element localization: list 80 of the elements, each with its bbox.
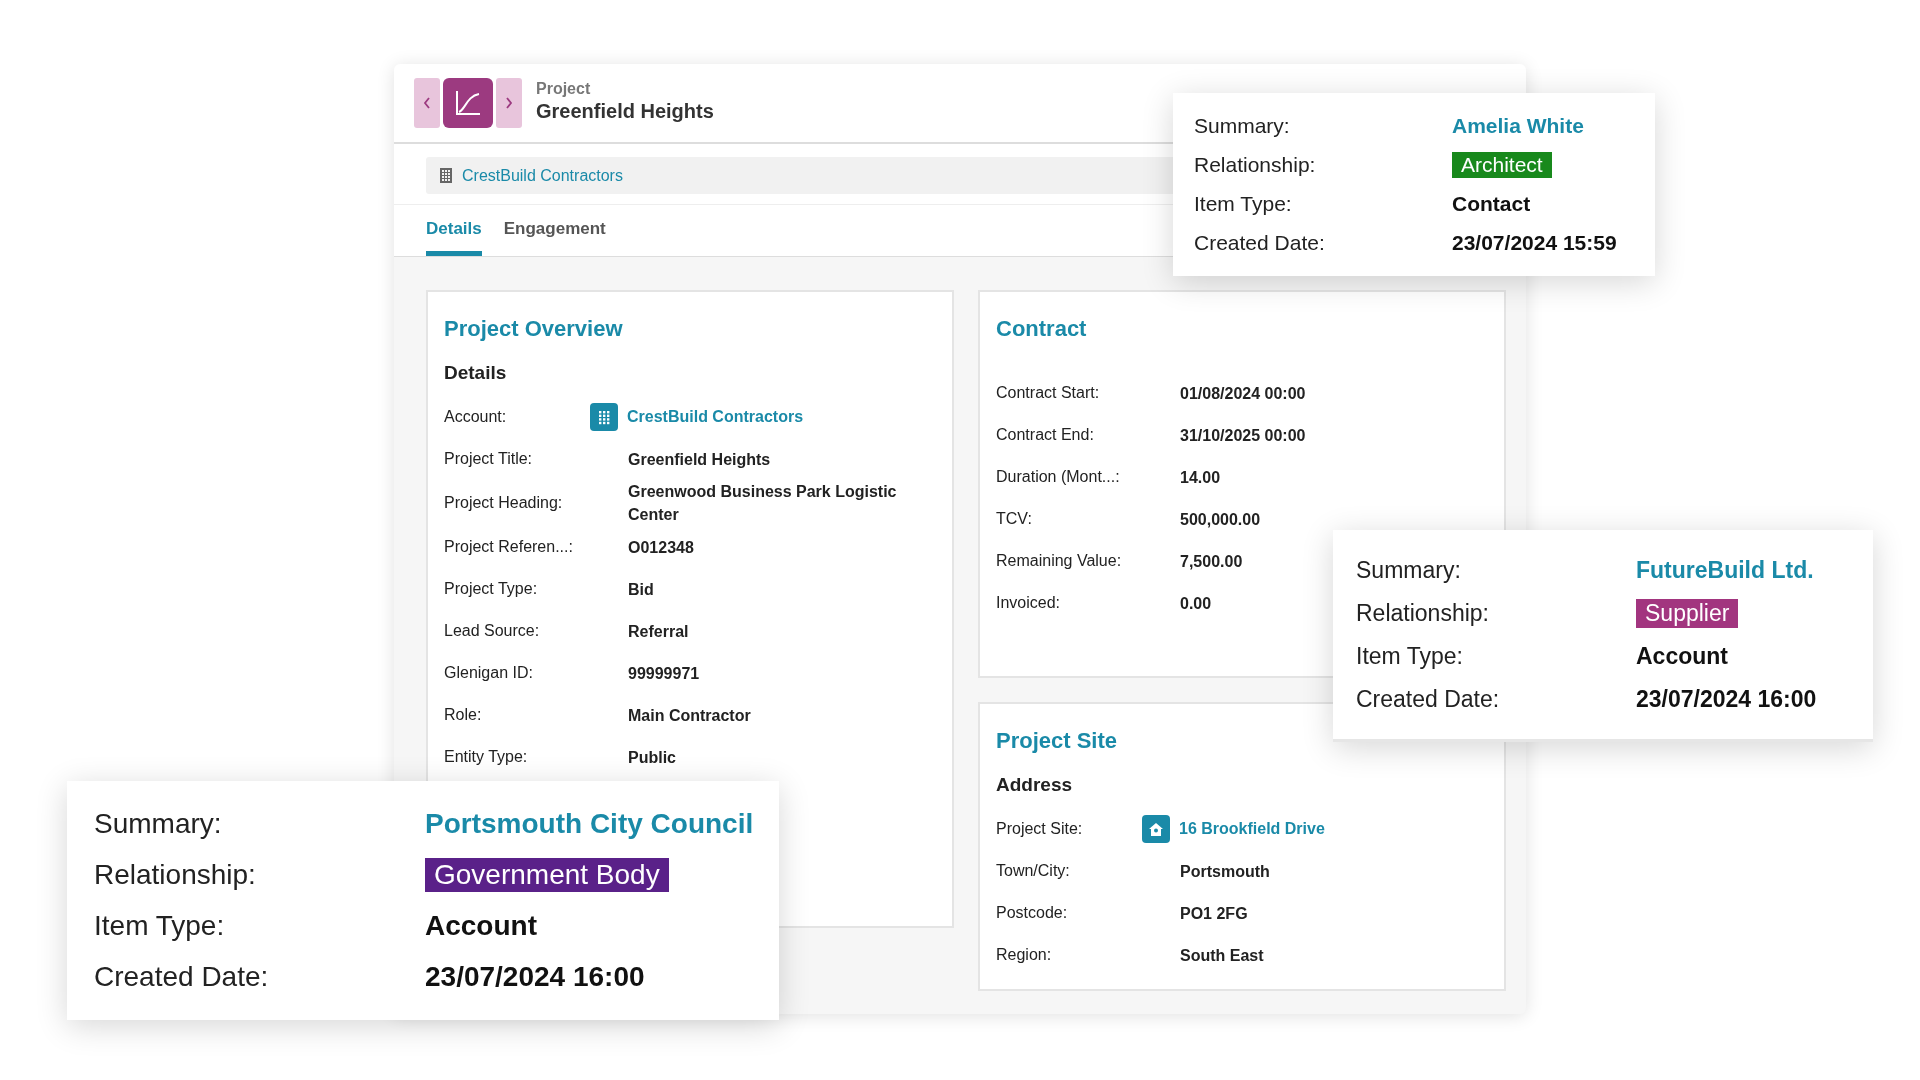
field-value: Bid [628,579,654,600]
popup-label: Relationship: [1356,599,1490,627]
field-label: TCV: [996,510,1033,528]
popup-label: Created Date: [94,961,270,993]
field-value: 31/10/2025 00:00 [1180,425,1306,446]
field-label: Invoiced: [996,594,1062,612]
record-title: Greenfield Heights [536,100,714,123]
field-label: Region: [996,946,1053,964]
section-title: Project Site [996,728,1119,754]
building-icon [440,168,452,183]
field-label: Glenigan ID: [444,664,534,682]
field-value: PO1 2FG [1180,903,1248,924]
field-label: Town/City: [996,862,1071,880]
site-link[interactable]: 16 Brookfield Drive [1179,820,1325,838]
popup-label: Relationship: [94,859,257,891]
field-label: Project Heading: [444,494,564,512]
field-value: Greenfield Heights [628,449,771,470]
house-icon [1142,815,1170,843]
subsection-title: Details [444,362,508,384]
popup-value: 23/07/2024 15:59 [1452,231,1617,255]
field-value: 01/08/2024 00:00 [1180,383,1306,404]
next-button[interactable] [496,78,522,128]
field-label: Project Type: [444,580,539,598]
field-label: Project Site: [996,820,1084,838]
field-value: Portsmouth [1180,861,1270,882]
section-title: Contract [996,316,1088,342]
field-label: Project Referen...: [444,538,574,556]
section-title: Project Overview [444,316,624,342]
field-value: South East [1180,945,1264,966]
field-value: 14.00 [1180,467,1221,488]
previous-button[interactable] [414,78,440,128]
relationship-tag: Government Body [425,858,669,892]
popup-label: Summary: [1356,556,1462,584]
field-label: Project Title: [444,450,534,468]
field-value: 500,000.00 [1180,509,1261,530]
record-type: Project [536,80,592,98]
field-label: Duration (Mont...: [996,468,1121,486]
popup-value: Contact [1452,192,1531,216]
field-value: 99999971 [628,663,700,684]
popup-value: Account [1636,642,1728,670]
popup-value: Account [425,910,537,942]
summary-link[interactable]: Portsmouth City Council [425,808,754,840]
popup-label: Summary: [1194,114,1291,138]
field-value: 7,500.00 [1180,551,1243,572]
field-label: Contract Start: [996,384,1101,402]
relationship-tag: Architect [1452,152,1552,178]
popup-value: 23/07/2024 16:00 [425,961,645,993]
popup-label: Summary: [94,808,223,840]
field-value: Referral [628,621,689,642]
popup-label: Item Type: [1194,192,1293,216]
field-value: 0.00 [1180,593,1212,614]
subsection-title: Address [996,774,1074,796]
popup-label: Relationship: [1194,153,1317,177]
account-link[interactable]: CrestBuild Contractors [462,157,623,194]
popup-label: Item Type: [94,910,226,942]
field-label: Contract End: [996,426,1095,444]
popup-value: 23/07/2024 16:00 [1636,685,1817,713]
field-value: Greenwood Business Park Logistic Center [628,482,898,525]
chevron-left-icon [422,96,432,110]
tab[interactable]: Details [426,219,482,256]
popup-label: Created Date: [1356,685,1501,713]
field-label: Role: [444,706,483,724]
chevron-right-icon [504,96,514,110]
field-label: Remaining Value: [996,552,1123,570]
chart-icon [443,78,493,128]
field-label: Postcode: [996,904,1069,922]
summary-link[interactable]: FutureBuild Ltd. [1636,556,1814,584]
account-link[interactable]: CrestBuild Contractors [627,408,804,426]
field-value: Main Contractor [628,705,751,726]
tab[interactable]: Engagement [503,219,606,256]
building-icon [590,403,618,431]
field-value: O012348 [628,537,694,558]
field-label: Entity Type: [444,748,529,766]
popup-label: Item Type: [1356,642,1464,670]
field-value: Public [628,747,676,768]
field-label: Account: [444,408,508,426]
summary-link[interactable]: Amelia White [1452,114,1584,138]
field-label: Lead Source: [444,622,541,640]
relationship-tag: Supplier [1636,598,1739,628]
popup-label: Created Date: [1194,231,1326,255]
